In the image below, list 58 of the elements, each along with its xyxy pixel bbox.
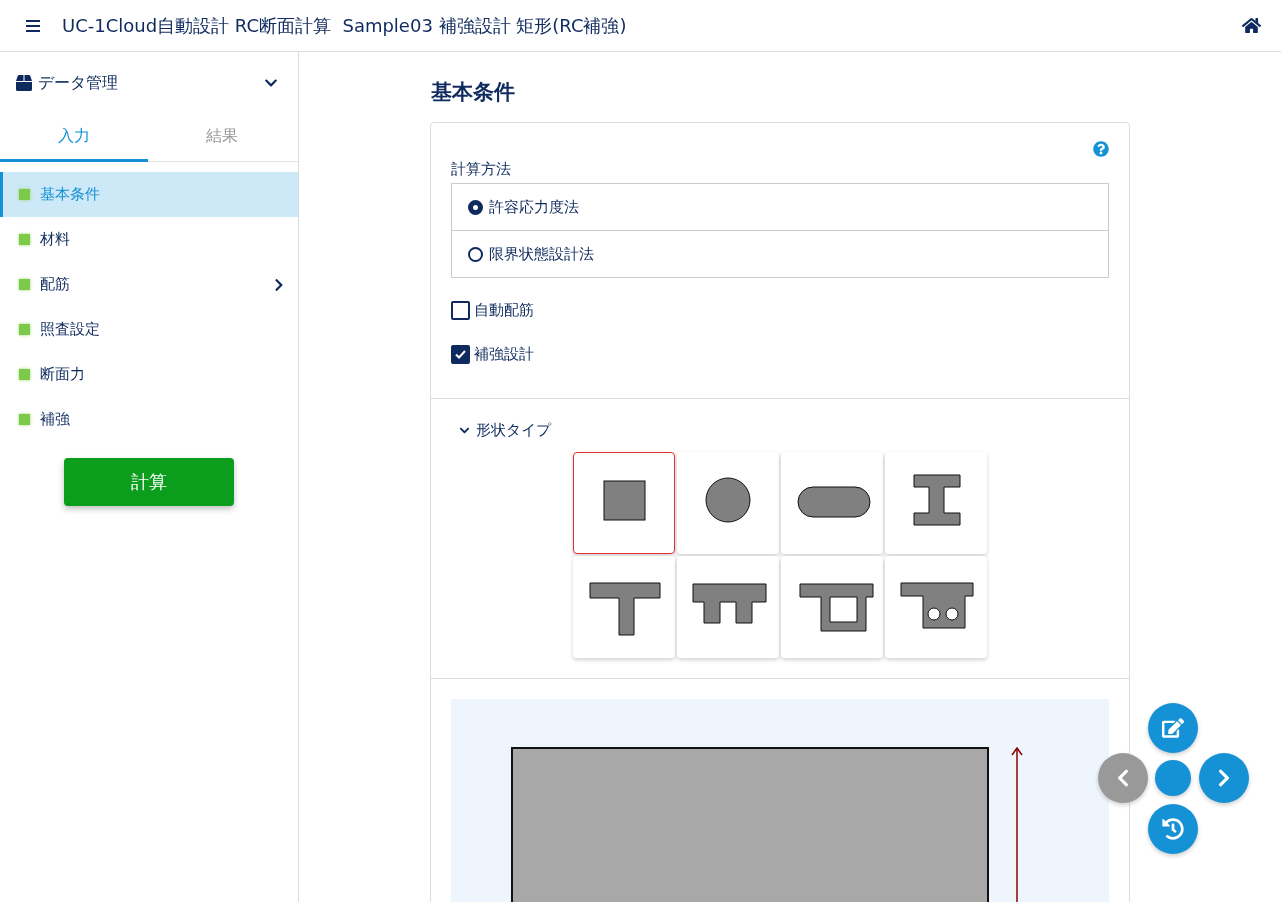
home-button[interactable]	[1242, 16, 1261, 35]
home-icon	[1242, 16, 1261, 35]
edit-icon	[1162, 717, 1184, 739]
radio-label: 限界状態設計法	[489, 244, 594, 264]
shape-type-toggle[interactable]: 形状タイプ	[451, 421, 551, 440]
status-square-icon	[19, 189, 30, 200]
nav-item-label: 断面力	[40, 365, 86, 384]
help-icon[interactable]	[1093, 141, 1109, 157]
shape-option[interactable]	[781, 556, 883, 658]
shape-option[interactable]	[781, 452, 883, 554]
nav-item-label: 補強	[40, 410, 71, 429]
checkbox-label: 補強設計	[474, 344, 534, 364]
nav-item-label: 材料	[40, 230, 71, 249]
nav-item[interactable]: 材料	[0, 217, 298, 262]
status-square-icon	[19, 234, 30, 245]
shape-option[interactable]	[885, 452, 987, 554]
nav-item[interactable]: 断面力	[0, 352, 298, 397]
shape-option[interactable]	[885, 556, 987, 658]
nav-item-label: 照査設定	[40, 320, 101, 339]
shape-option[interactable]	[573, 452, 675, 554]
checkbox-option[interactable]: 補強設計	[451, 332, 1109, 376]
next-button[interactable]	[1199, 753, 1249, 803]
menu-button[interactable]	[26, 18, 42, 33]
nav-item[interactable]: 照査設定	[0, 307, 298, 352]
field-label: 計算方法	[451, 160, 512, 179]
nav-item-label: 基本条件	[40, 185, 101, 204]
calculate-button[interactable]: 計算	[64, 458, 234, 506]
history-icon	[1162, 818, 1184, 840]
nav-item[interactable]: 補強	[0, 397, 298, 442]
chevron-down-icon	[459, 425, 470, 436]
radio-option[interactable]: 許容応力度法	[452, 184, 1108, 230]
nav-item-label: 配筋	[40, 275, 71, 294]
box-icon	[16, 75, 32, 91]
shape-option[interactable]	[573, 556, 675, 658]
status-square-icon	[19, 369, 30, 380]
radio-label: 許容応力度法	[489, 197, 579, 217]
shape-option[interactable]	[677, 556, 779, 658]
edit-button[interactable]	[1148, 703, 1198, 753]
status-square-icon	[19, 324, 30, 335]
data-management-header[interactable]: データ管理	[0, 52, 298, 114]
checkbox-label: 自動配筋	[474, 300, 534, 320]
checkbox-option[interactable]: 自動配筋	[451, 288, 1109, 332]
checkbox[interactable]	[451, 344, 470, 364]
page-title: UC-1Cloud自動設計 RC断面計算 Sample03 補強設計 矩形(RC補強)	[62, 13, 628, 38]
nav-item[interactable]: 配筋	[0, 262, 298, 307]
status-square-icon	[19, 414, 30, 425]
section-label: データ管理	[38, 72, 119, 94]
center-button[interactable]	[1155, 760, 1191, 796]
checkbox[interactable]	[451, 300, 470, 320]
sidebar-tab[interactable]: 入力	[0, 114, 148, 162]
status-square-icon	[19, 279, 30, 290]
radio-option[interactable]: 限界状態設計法	[452, 230, 1108, 277]
section-title: 基本条件	[431, 79, 516, 106]
previous-button[interactable]	[1098, 753, 1148, 803]
shape-option[interactable]	[677, 452, 779, 554]
menu-icon	[26, 18, 42, 33]
check-icon	[455, 349, 466, 359]
history-button[interactable]	[1148, 804, 1198, 854]
